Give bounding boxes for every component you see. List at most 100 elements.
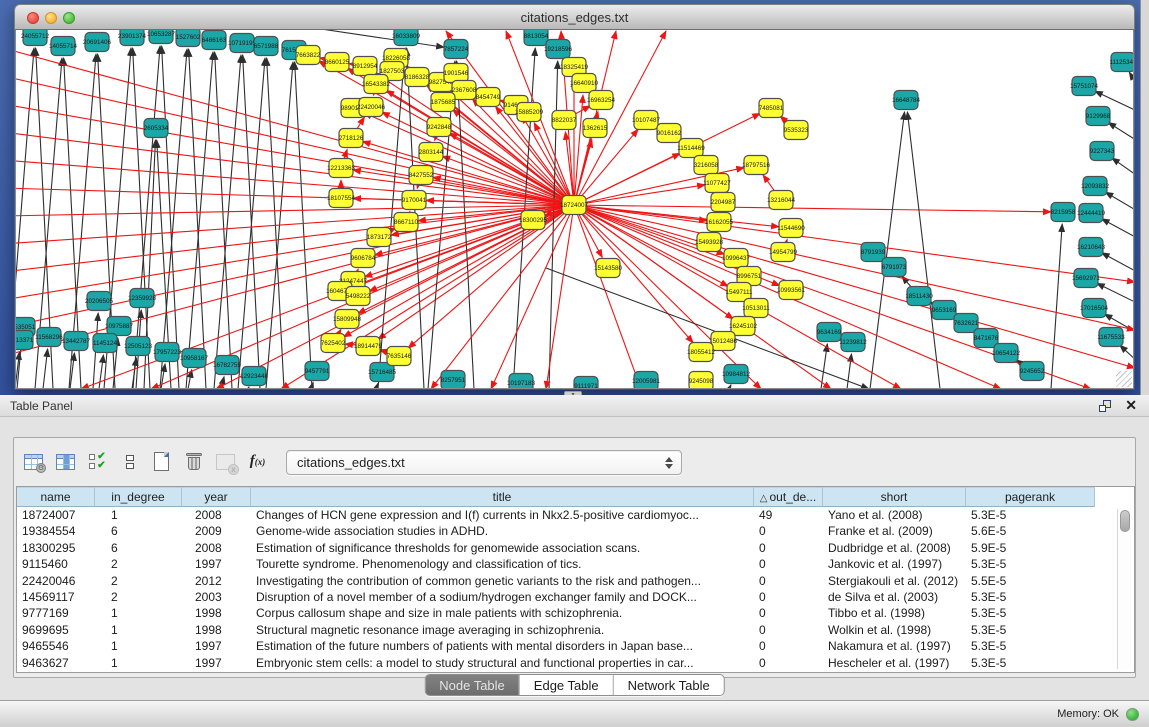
graph-node[interactable]: 18511430	[905, 287, 933, 306]
table-row[interactable]: 2242004622012Investigating the contribut…	[17, 573, 1134, 589]
graph-node[interactable]: 11077427	[703, 174, 731, 193]
graph-node[interactable]: 15692971	[1072, 269, 1101, 288]
graph-node[interactable]: 1875685	[431, 93, 456, 112]
memory-status-indicator[interactable]	[1126, 708, 1139, 721]
graph-node[interactable]: 10513011	[742, 299, 770, 318]
close-icon[interactable]: ✕	[1125, 397, 1137, 414]
float-window-icon[interactable]	[1099, 399, 1113, 413]
graph-node[interactable]: 3216058	[694, 156, 719, 175]
graph-node[interactable]: 16963254	[587, 91, 616, 110]
graph-node[interactable]: 15493928	[695, 233, 724, 252]
graph-node[interactable]: 10958167	[180, 349, 209, 368]
graph-node[interactable]: 8822037	[552, 111, 577, 130]
graph-node[interactable]: 7663822	[296, 46, 321, 65]
column-header-name[interactable]: name	[17, 487, 95, 507]
graph-node[interactable]: 24055712	[21, 30, 50, 46]
graph-node[interactable]: 2204987	[711, 193, 736, 212]
graph-node[interactable]: 12359928	[128, 289, 157, 308]
graph-node[interactable]: 10719195	[228, 34, 257, 53]
graph-node[interactable]: 10653287	[147, 30, 176, 44]
graph-node[interactable]: 6571988	[254, 37, 279, 56]
graph-node[interactable]: 16640910	[570, 74, 599, 93]
graph-node[interactable]: 10996437	[722, 249, 751, 268]
graph-node[interactable]: 23901374	[118, 30, 147, 46]
vertical-scrollbar[interactable]	[1117, 509, 1132, 669]
graph-node[interactable]: 10993561	[777, 281, 806, 300]
table-settings-icon[interactable]: ⚙	[20, 447, 47, 476]
table-row[interactable]: 946554611997Estimation of the future num…	[17, 638, 1134, 654]
column-header-pagerank[interactable]: pagerank	[966, 487, 1095, 507]
graph-node[interactable]: 14055714	[49, 37, 78, 56]
graph-node[interactable]: 12005981	[632, 372, 661, 390]
graph-node[interactable]: 9245098	[689, 372, 714, 390]
graph-node[interactable]: 22420046	[357, 98, 386, 117]
graph-node[interactable]: 9245652	[1020, 362, 1045, 381]
table-row[interactable]: 969969511998Structural magnetic resonanc…	[17, 622, 1134, 638]
graph-node[interactable]: 8215958	[1051, 203, 1076, 222]
graph-node[interactable]: 18724007	[560, 196, 589, 215]
column-header-out_de[interactable]: △out_de...	[754, 487, 823, 507]
graph-node[interactable]: 11125344	[1109, 53, 1134, 72]
graph-node[interactable]: 17016504	[1080, 299, 1109, 318]
graph-node[interactable]: 10984812	[722, 365, 751, 384]
graph-node[interactable]: 18914479	[354, 337, 383, 356]
graph-node[interactable]: 2718126	[339, 129, 364, 148]
graph-node[interactable]: 9170041	[402, 191, 427, 210]
graph-node[interactable]: 12444419	[1077, 204, 1106, 223]
tab-node-table[interactable]: Node Table	[425, 675, 519, 695]
column-header-in_degree[interactable]: in_degree	[95, 487, 182, 507]
graph-node[interactable]: 8257951	[441, 371, 466, 390]
graph-node[interactable]: 18300295	[519, 211, 548, 230]
graph-node[interactable]: 1527602	[176, 30, 201, 47]
graph-node[interactable]: 15885209	[515, 103, 544, 122]
window-titlebar[interactable]: citations_edges.txt	[14, 4, 1135, 30]
graph-node[interactable]: 1901546	[444, 64, 469, 83]
graph-node[interactable]: 7485081	[759, 99, 784, 118]
column-chooser-icon[interactable]	[52, 447, 79, 476]
graph-node[interactable]: 13216044	[767, 191, 796, 210]
graph-node[interactable]: 11239812	[839, 333, 867, 352]
graph-node[interactable]: 1362615	[583, 119, 608, 138]
column-header-year[interactable]: year	[182, 487, 251, 507]
graph-node[interactable]: 9242848	[427, 118, 452, 137]
graph-node[interactable]: 5498222	[346, 287, 371, 306]
graph-node[interactable]: 11514469	[677, 139, 705, 158]
table-row[interactable]: 977716911998Corpus callosum shape and si…	[17, 605, 1134, 621]
graph-node[interactable]: 11675533	[1097, 328, 1125, 347]
network-canvas[interactable]: 2405571214055714 20691406 2390137410653287…	[15, 30, 1134, 389]
graph-node[interactable]: 8667110	[394, 213, 419, 232]
graph-node[interactable]: 7635146	[387, 347, 412, 366]
graph-node[interactable]: 14954799	[769, 243, 798, 262]
table-row[interactable]: 946362711997Embryonic stem cells: a mode…	[17, 655, 1134, 671]
graph-node[interactable]: 7857224	[444, 40, 469, 59]
graph-node[interactable]: 7625402	[321, 334, 346, 353]
graph-node[interactable]: 8427552	[409, 166, 434, 185]
graph-node[interactable]: 8454749	[476, 88, 501, 107]
tab-edge-table[interactable]: Edge Table	[519, 675, 613, 695]
graph-node[interactable]: 9129968	[1086, 107, 1111, 126]
graph-node[interactable]: 17957223	[153, 343, 182, 362]
graph-node[interactable]: 3913371	[16, 331, 34, 350]
graph-node[interactable]: 8912954	[353, 57, 378, 76]
new-file-icon[interactable]	[148, 447, 175, 476]
graph-node[interactable]: 9606784	[351, 249, 376, 268]
graph-node[interactable]: 20691406	[83, 33, 112, 52]
graph-node[interactable]: 15751074	[1070, 77, 1099, 96]
graph-node[interactable]: 10107487	[632, 111, 661, 130]
graph-node[interactable]: 9535323	[784, 121, 809, 140]
row-height-icon[interactable]	[116, 447, 143, 476]
graph-node[interactable]: 1145124	[93, 334, 118, 353]
graph-node[interactable]: 2803144	[419, 143, 444, 162]
graph-node[interactable]: 8660125	[325, 53, 350, 72]
graph-node[interactable]: 8813054	[524, 30, 549, 46]
graph-node[interactable]: 12213363	[327, 159, 356, 178]
graph-node[interactable]: 8791939	[861, 243, 886, 262]
graph-node[interactable]: 9111971	[574, 377, 598, 390]
graph-node[interactable]: 19218596	[544, 40, 573, 59]
graph-node[interactable]: 6466163	[202, 31, 227, 50]
graph-node[interactable]: 16782759	[213, 356, 242, 375]
graph-node[interactable]: 18797516	[742, 156, 771, 175]
graph-node[interactable]: 6791973	[882, 258, 907, 277]
graph-node[interactable]: 20206505	[85, 292, 114, 311]
graph-node[interactable]: 10975887	[105, 317, 134, 336]
